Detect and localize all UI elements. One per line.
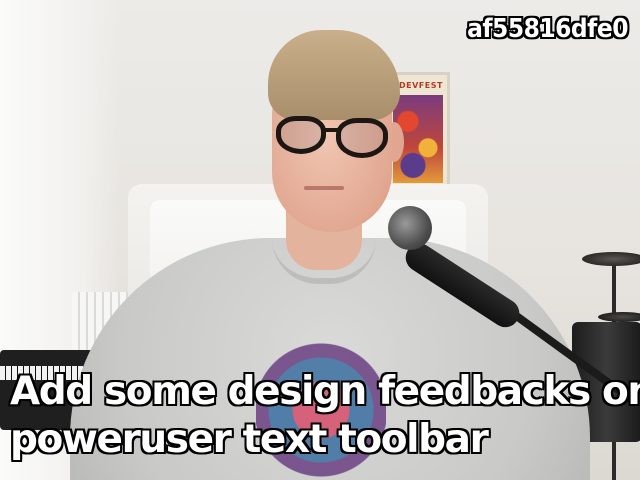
glasses-bridge xyxy=(324,128,338,132)
person-mouth xyxy=(304,186,344,190)
poster-title: DEVFEST xyxy=(399,81,443,90)
caption-line-2: poweruser text toolbar xyxy=(10,417,489,462)
glasses-right-lens xyxy=(336,118,388,158)
video-caption: Add some design feedbacks on poweruser t… xyxy=(10,368,640,464)
glasses-left-lens xyxy=(276,116,326,154)
video-hash-label: af55816dfe0 xyxy=(467,14,628,44)
caption-line-1: Add some design feedbacks on xyxy=(10,369,640,414)
person-hair xyxy=(268,30,400,120)
microphone-icon xyxy=(388,206,432,250)
cymbal xyxy=(582,252,640,266)
video-frame: DEVFEST af55816dfe0 Add some design feed… xyxy=(0,0,640,480)
hi-hat xyxy=(598,312,640,322)
